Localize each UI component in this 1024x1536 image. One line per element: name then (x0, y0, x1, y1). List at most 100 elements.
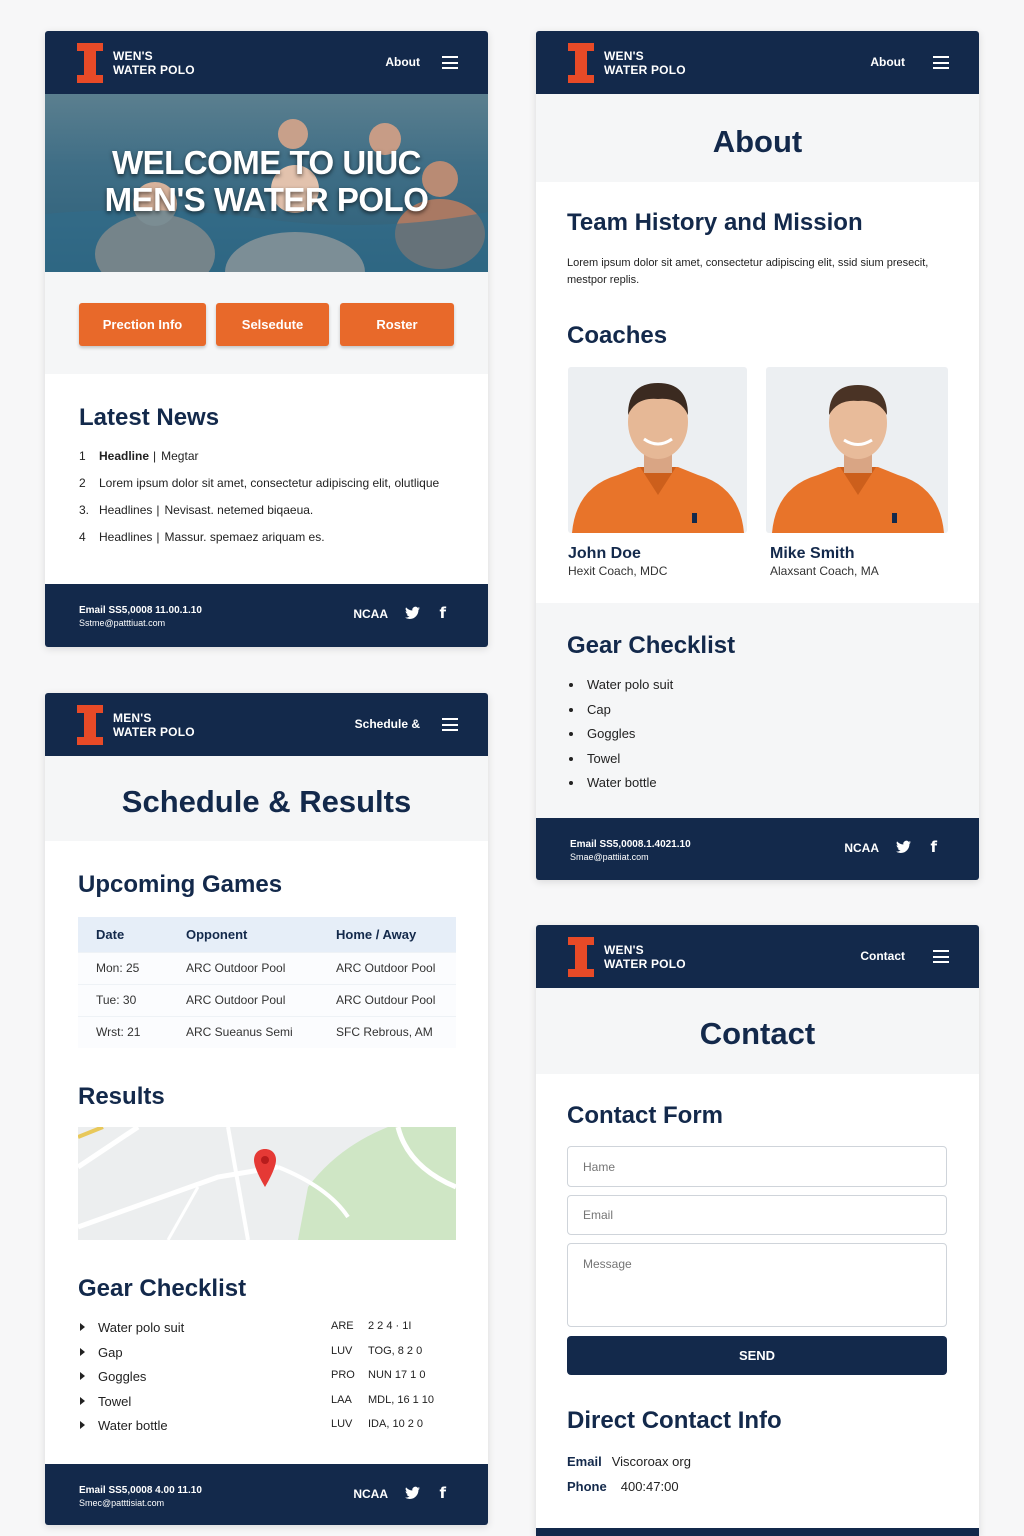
home-page-card: WEN'S WATER POLO About WELCOME TO UIUC ME… (45, 31, 488, 647)
latest-news-title: Latest News (79, 404, 220, 431)
phone-label: Phone (567, 1479, 607, 1494)
coach-avatar-illustration (572, 383, 744, 533)
block-i-logo[interactable] (77, 704, 103, 745)
list-item: Gap LUV TOG, 8 2 0 (78, 1345, 458, 1370)
footer-email-address[interactable]: Smae@pattiiat.com (570, 852, 945, 862)
nav-link-about[interactable]: About (385, 55, 420, 69)
send-button[interactable]: SEND (567, 1336, 947, 1375)
hamburger-menu-icon[interactable] (442, 56, 458, 69)
footer-email-line: Email SS5,0008.1.4021.10 (570, 839, 691, 850)
ncaa-link[interactable]: NCAA (353, 607, 388, 621)
coach-name[interactable]: John Doe (568, 545, 641, 563)
results-title: Results (78, 1083, 165, 1110)
page-title: Schedule & Results (45, 756, 488, 841)
roster-button[interactable]: Roster (340, 303, 454, 346)
page-title: Contact (536, 988, 979, 1074)
facebook-icon[interactable]: f (930, 838, 937, 856)
coach-name[interactable]: Mike Smith (770, 545, 854, 563)
brand-name[interactable]: WEN'S WATER POLO (604, 49, 686, 77)
message-field[interactable] (567, 1243, 947, 1327)
gear-checklist: Water polo suit ARE 2 2 4 · 1I Gap LUV TOG, … (78, 1320, 458, 1443)
contact-phone-row: Phone 400:47:00 (567, 1479, 679, 1494)
email-value[interactable]: Viscoroax org (612, 1454, 691, 1469)
team-history-text: Lorem ipsum dolor sit amet, consectetur … (567, 257, 929, 286)
brand-name[interactable]: MEN'S WATER POLO (113, 711, 195, 739)
practice-info-button[interactable]: Prection Info (79, 303, 206, 346)
column-header-opponent[interactable]: Opponent (168, 917, 318, 952)
block-i-logo[interactable] (77, 42, 103, 83)
site-footer: Email SS5,0008.1.4021.10 Smae@pattiiat.c… (536, 818, 979, 880)
list-item: Water bottle (567, 775, 673, 800)
coach-avatar-illustration (772, 385, 944, 533)
gear-checklist: Water polo suit Cap Goggles Towel Water … (567, 677, 673, 800)
hamburger-menu-icon[interactable] (933, 950, 949, 963)
top-nav: WEN'S WATER POLO About (45, 31, 488, 94)
map-pin-icon[interactable] (254, 1149, 276, 1189)
list-item: Cap (567, 702, 673, 727)
twitter-icon[interactable] (405, 606, 420, 620)
gear-checklist-title: Gear Checklist (78, 1275, 247, 1302)
contact-page-card: WEN'S WATER POLO Contact Contact Contact … (536, 925, 979, 1536)
results-map[interactable] (78, 1127, 456, 1240)
list-item: Water polo suit ARE 2 2 4 · 1I (78, 1320, 458, 1345)
about-page-card: WEN'S WATER POLO About About Team History… (536, 31, 979, 880)
hero-title-line-1: WELCOME TO UIUC (111, 144, 422, 181)
facebook-icon[interactable]: f (439, 1484, 446, 1502)
site-footer: Email SS5,0008 11.00.1.10 Sstme@patttiua… (45, 584, 488, 647)
hero-image: WELCOME TO UIUC MEN'S WATER POLO (45, 94, 488, 272)
block-i-logo[interactable] (568, 936, 594, 977)
footer-email-address[interactable]: Smec@patttisiat.com (79, 1498, 454, 1508)
coach-photo (568, 367, 747, 533)
list-item: Towel LAA MDL, 16 1 10 (78, 1394, 458, 1419)
site-footer (536, 1528, 979, 1536)
page-title: About (536, 94, 979, 182)
contact-email-row: Email Viscoroax org (567, 1454, 691, 1469)
schedule-button[interactable]: Selsedute (216, 303, 329, 346)
column-header-date[interactable]: Date (78, 917, 168, 952)
twitter-icon[interactable] (896, 840, 911, 854)
table-row[interactable]: Tue: 30 ARC Outdoor Poul ARC Outdour Pool (78, 983, 456, 1016)
nav-link-contact[interactable]: Contact (860, 949, 905, 963)
news-list: 1 Headline | Megtar 2 Lorem ipsum dolor sit … (79, 449, 459, 557)
list-item: Towel (567, 751, 673, 776)
email-field[interactable] (567, 1195, 947, 1235)
twitter-icon[interactable] (405, 1486, 420, 1500)
facebook-icon[interactable]: f (439, 604, 446, 622)
news-item[interactable]: 4 Headlines | Massur. spemaez ariquam es. (79, 530, 459, 557)
news-item[interactable]: 1 Headline | Megtar (79, 449, 459, 476)
hamburger-menu-icon[interactable] (442, 718, 458, 731)
team-history-title: Team History and Mission (567, 209, 863, 236)
coach-role: Hexit Coach, MDC (568, 564, 668, 578)
phone-value[interactable]: 400:47:00 (621, 1479, 679, 1494)
direct-contact-title: Direct Contact Info (567, 1407, 782, 1434)
site-footer: Email SS5,0008 4.00 11.10 Smec@patttisia… (45, 1464, 488, 1525)
coach-role: Alaxsant Coach, MA (770, 564, 879, 578)
list-item: Goggles PRO NUN 17 1 0 (78, 1369, 458, 1394)
table-row[interactable]: Wrst: 21 ARC Sueanus Semi SFC Rebrous, AM (78, 1015, 456, 1048)
footer-email-address[interactable]: Sstme@patttiuat.com (79, 618, 454, 628)
nav-link-about[interactable]: About (870, 55, 905, 69)
hamburger-menu-icon[interactable] (933, 56, 949, 69)
brand-name[interactable]: WEN'S WATER POLO (113, 49, 195, 77)
news-item[interactable]: 2 Lorem ipsum dolor sit amet, consectetur… (79, 476, 459, 503)
schedule-page-card: MEN'S WATER POLO Schedule & Schedule & Re… (45, 693, 488, 1525)
news-item[interactable]: 3. Headlines | Nevisast. netemed biqaeua. (79, 503, 459, 530)
top-nav: MEN'S WATER POLO Schedule & (45, 693, 488, 756)
brand-name[interactable]: WEN'S WATER POLO (604, 943, 686, 971)
email-label: Email (567, 1454, 602, 1469)
contact-form-title: Contact Form (567, 1102, 723, 1129)
top-nav: WEN'S WATER POLO Contact (536, 925, 979, 988)
name-field[interactable] (567, 1146, 947, 1187)
ncaa-link[interactable]: NCAA (353, 1487, 388, 1501)
nav-link-schedule[interactable]: Schedule & (355, 717, 420, 731)
footer-email-line: Email SS5,0008 4.00 11.10 (79, 1485, 202, 1496)
top-nav: WEN'S WATER POLO About (536, 31, 979, 94)
table-row[interactable]: Mon: 25 ARC Outdoor Pool ARC Outdoor Pool (78, 951, 456, 984)
upcoming-games-title: Upcoming Games (78, 871, 283, 898)
list-item: Water polo suit (567, 677, 673, 702)
column-header-home-away[interactable]: Home / Away (318, 917, 456, 952)
table-header-row: Date Opponent Home / Away (78, 917, 456, 952)
ncaa-link[interactable]: NCAA (844, 841, 879, 855)
list-item: Goggles (567, 726, 673, 751)
block-i-logo[interactable] (568, 42, 594, 83)
